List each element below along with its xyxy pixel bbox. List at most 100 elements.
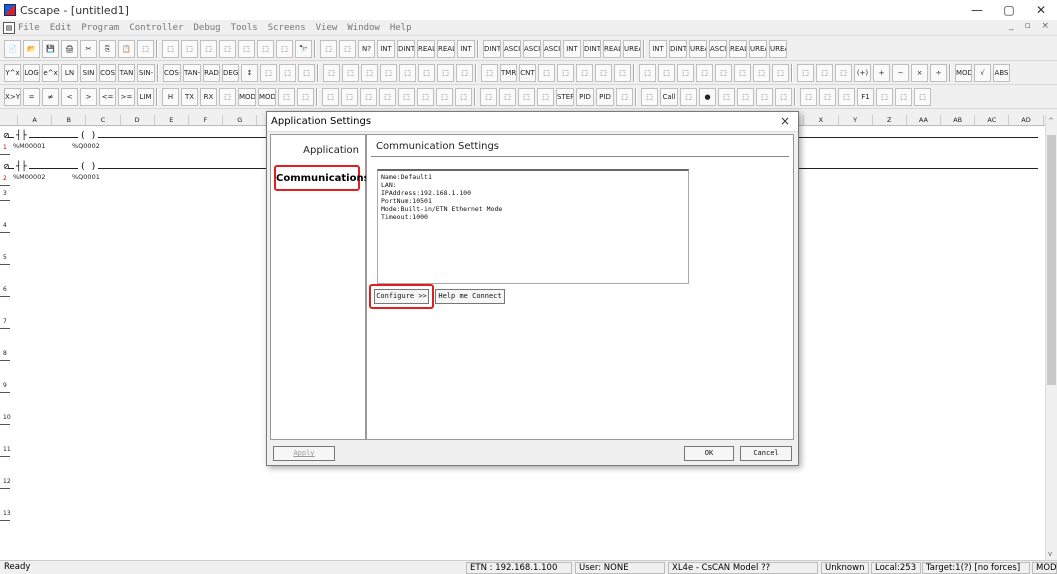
contact-icon[interactable]: ┤├	[14, 131, 29, 141]
toolbar-button[interactable]: STEP MOV	[556, 88, 574, 106]
toolbar-button[interactable]: ⬚	[914, 88, 931, 106]
toolbar-button[interactable]: ⬚	[737, 88, 754, 106]
toolbar-button[interactable]: √	[974, 64, 991, 82]
toolbar-button[interactable]: ⬚	[838, 88, 855, 106]
toolbar-button[interactable]: REAL ASCII	[603, 40, 621, 58]
apply-button[interactable]: Apply	[273, 446, 335, 461]
ok-button[interactable]: OK	[684, 446, 734, 461]
toolbar-button[interactable]: ⬚	[876, 88, 893, 106]
toolbar-button[interactable]: Y^x	[4, 64, 21, 82]
minimize-button[interactable]: —	[961, 0, 993, 20]
toolbar-button[interactable]: INT UREAL	[649, 40, 667, 58]
menu-edit[interactable]: Edit	[50, 23, 72, 33]
toolbar-button[interactable]: TAN-1	[183, 64, 201, 82]
toolbar-button[interactable]: ASCII INT	[503, 40, 521, 58]
toolbar-button[interactable]: ⬚	[257, 40, 274, 58]
coil-icon[interactable]: ( )	[78, 131, 99, 141]
toolbar-button[interactable]: ⬚	[342, 64, 359, 82]
toolbar-button[interactable]: ⬚	[819, 88, 836, 106]
column-header-cell[interactable]: C	[86, 115, 121, 125]
toolbar-button[interactable]: ⬚	[181, 40, 198, 58]
toolbar-button[interactable]: ⬚	[816, 64, 833, 82]
toolbar-button[interactable]: N?	[358, 40, 375, 58]
toolbar-button[interactable]: ⬚	[323, 64, 340, 82]
cancel-button[interactable]: Cancel	[740, 446, 792, 461]
toolbar-button[interactable]: 📂	[23, 40, 40, 58]
toolbar-button[interactable]: ⬚	[260, 64, 277, 82]
toolbar-button[interactable]: ASCII DINT	[523, 40, 541, 58]
toolbar-button[interactable]: <=	[99, 88, 116, 106]
toolbar-button[interactable]: >	[80, 88, 97, 106]
toolbar-button[interactable]: ⬚	[576, 64, 593, 82]
toolbar-button[interactable]: INT DINT	[457, 40, 475, 58]
toolbar-button[interactable]: −	[892, 64, 909, 82]
toolbar-button[interactable]: 🖨	[61, 40, 78, 58]
toolbar-button[interactable]: ⬚	[418, 64, 435, 82]
contact-icon[interactable]: ┤├	[14, 162, 29, 172]
toolbar-button[interactable]: REAL INT	[437, 40, 455, 58]
toolbar-button[interactable]: (+)	[854, 64, 871, 82]
toolbar-button[interactable]: ⬚	[616, 88, 633, 106]
toolbar-button[interactable]: ⬚	[518, 88, 535, 106]
toolbar-button[interactable]: LIM	[137, 88, 154, 106]
toolbar-button[interactable]: ⬚	[481, 64, 498, 82]
toolbar-button[interactable]: ⬚	[360, 88, 377, 106]
toolbar-button[interactable]: ⬚	[278, 88, 295, 106]
toolbar-button[interactable]: e^x	[42, 64, 59, 82]
column-header-cell[interactable]: Y	[839, 115, 873, 125]
close-window-button[interactable]: ✕	[1025, 0, 1057, 20]
toolbar-button[interactable]: ×	[911, 64, 928, 82]
toolbar-button[interactable]: H	[162, 88, 179, 106]
toolbar-button[interactable]: ⬚	[320, 40, 337, 58]
toolbar-button[interactable]: COS-1	[163, 64, 181, 82]
scroll-up-icon[interactable]: ^	[1048, 117, 1054, 125]
column-header-cell[interactable]: AD	[1009, 115, 1044, 125]
toolbar-button[interactable]: DEG	[222, 64, 239, 82]
toolbar-button[interactable]: DINT REAL	[397, 40, 415, 58]
toolbar-button[interactable]: ✂	[80, 40, 97, 58]
toolbar-button[interactable]: UREAL INT	[769, 40, 787, 58]
menu-debug[interactable]: Debug	[194, 23, 221, 33]
toolbar-button[interactable]: ⬚	[538, 64, 555, 82]
toolbar-button[interactable]: ⬚	[398, 88, 415, 106]
toolbar-button[interactable]: ⬚	[200, 40, 217, 58]
toolbar-button[interactable]: COS	[99, 64, 116, 82]
toolbar-button[interactable]: ⬚	[399, 64, 416, 82]
toolbar-button[interactable]: ⬚	[756, 88, 773, 106]
toolbar-button[interactable]: ⎘	[99, 40, 116, 58]
toolbar-button[interactable]: =	[23, 88, 40, 106]
menu-help[interactable]: Help	[390, 23, 412, 33]
toolbar-button[interactable]: ⬚	[557, 64, 574, 82]
menu-file[interactable]: File	[18, 23, 40, 33]
toolbar-button[interactable]: CNT	[519, 64, 536, 82]
column-header-cell[interactable]: D	[121, 115, 155, 125]
toolbar-button[interactable]: MOD	[955, 64, 972, 82]
toolbar-button[interactable]: 📋	[118, 40, 135, 58]
toolbar-button[interactable]: ⬚	[753, 64, 770, 82]
toolbar-button[interactable]: ⬚	[641, 88, 658, 106]
toolbar-button[interactable]: MOD BUS	[258, 88, 276, 106]
vertical-scrollbar[interactable]: ^ v	[1045, 115, 1057, 560]
column-header-cell[interactable]: AB	[941, 115, 976, 125]
toolbar-button[interactable]: TAN	[118, 64, 135, 82]
toolbar-button[interactable]: PID ISR	[596, 88, 614, 106]
column-header-cell[interactable]: AA	[907, 115, 942, 125]
toolbar-button[interactable]: ⬚	[361, 64, 378, 82]
toolbar-button[interactable]: INT ASCII	[563, 40, 581, 58]
toolbar-button[interactable]: ⬚	[137, 40, 154, 58]
toolbar-button[interactable]: ASCII UREAL	[709, 40, 727, 58]
column-header-cell[interactable]: B	[52, 115, 87, 125]
toolbar-button[interactable]: SIN-1	[137, 64, 155, 82]
toolbar-button[interactable]: 🔭	[295, 40, 312, 58]
toolbar-button[interactable]: ⬚	[341, 88, 358, 106]
toolbar-button[interactable]: ABS	[993, 64, 1010, 82]
column-header-cell[interactable]: G	[223, 115, 258, 125]
toolbar-button[interactable]: ÷	[930, 64, 947, 82]
toolbar-button[interactable]: UREAL INT	[689, 40, 707, 58]
toolbar-button[interactable]: ⬚	[639, 64, 656, 82]
maximize-button[interactable]: ▢	[993, 0, 1025, 20]
scroll-thumb[interactable]	[1047, 135, 1056, 385]
toolbar-button[interactable]: ⬚	[677, 64, 694, 82]
toolbar-button[interactable]: DINT ASCII	[583, 40, 601, 58]
toolbar-button[interactable]: ⬚	[797, 64, 814, 82]
